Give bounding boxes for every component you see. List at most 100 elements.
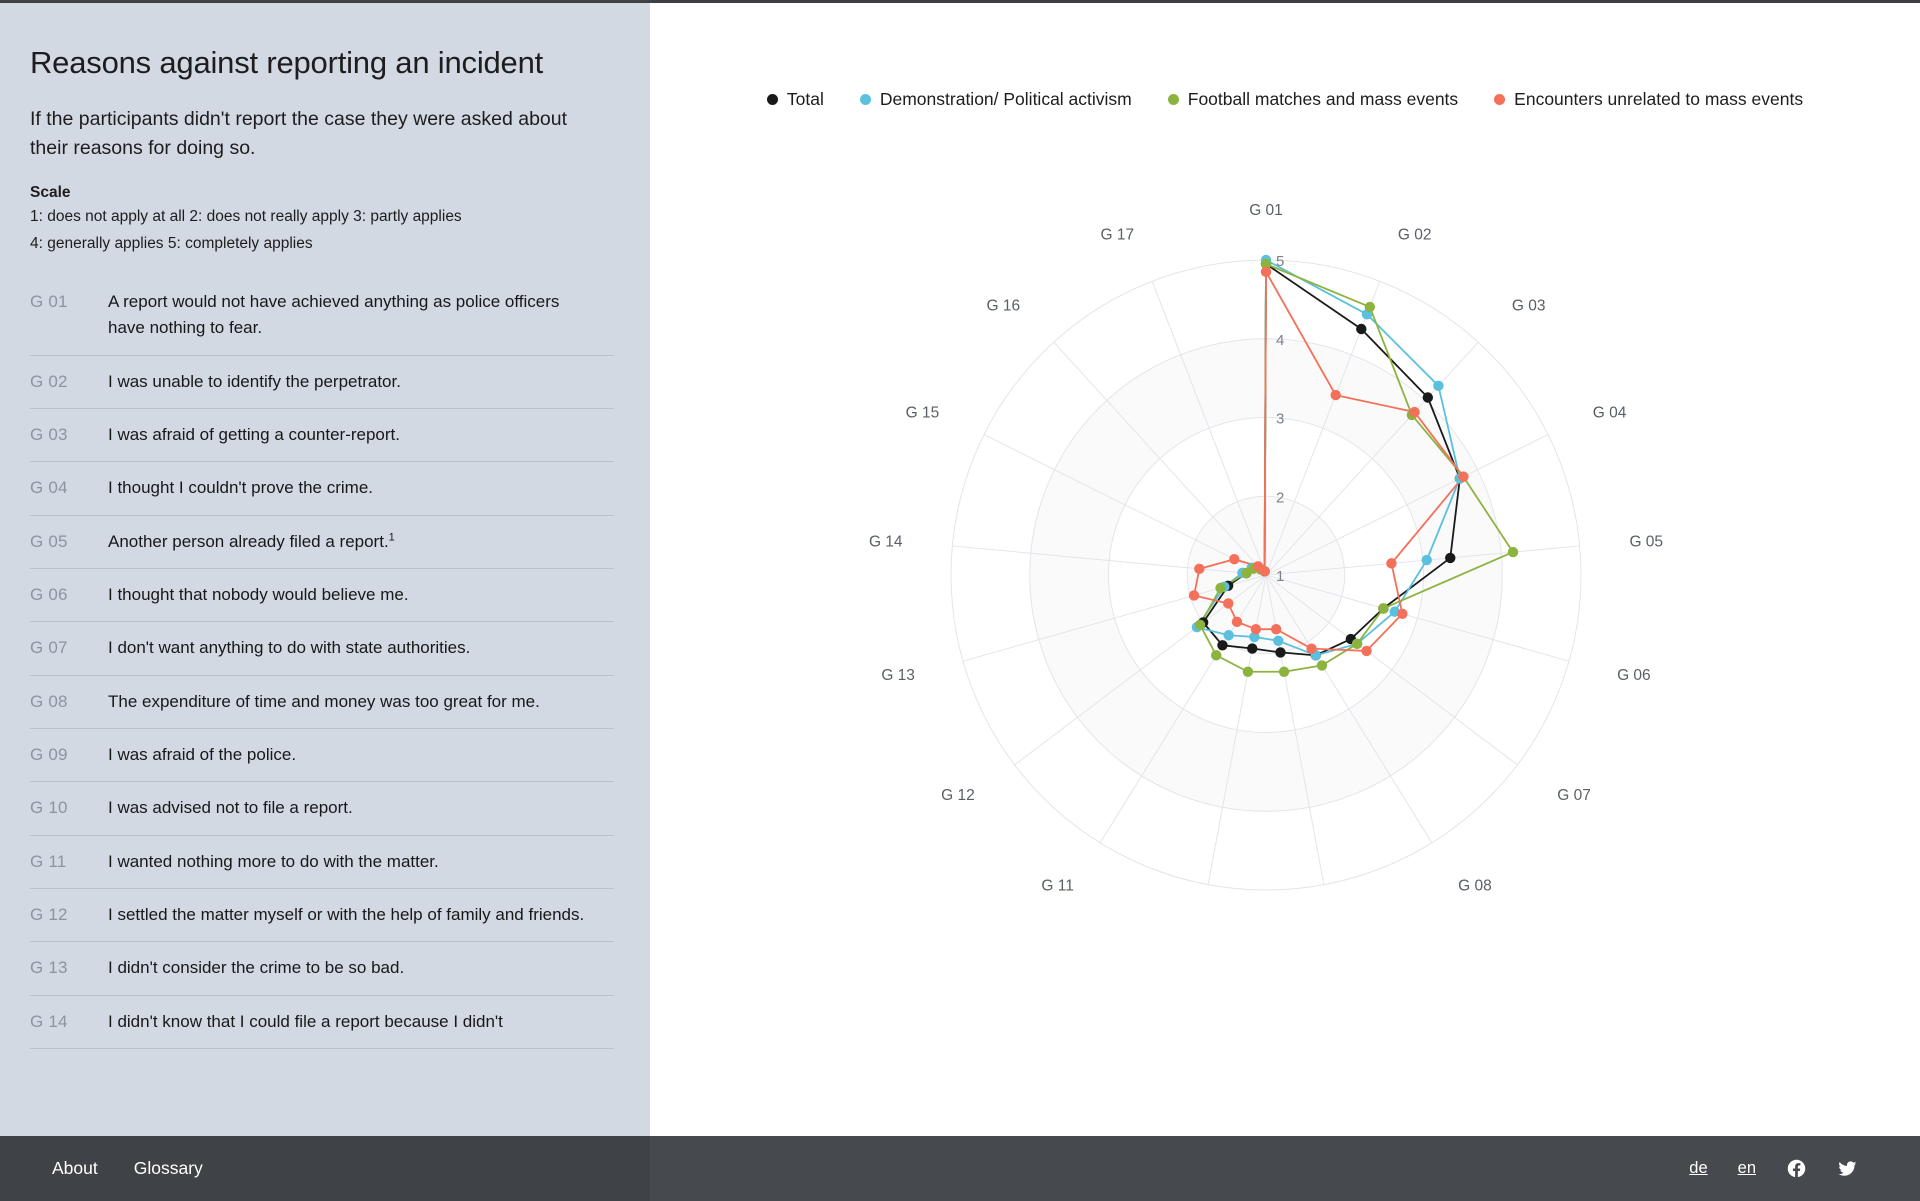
- series-data-point[interactable]: [1351, 638, 1363, 650]
- axis-category-label: G 04: [1593, 404, 1627, 421]
- series-data-point[interactable]: [1458, 471, 1469, 482]
- item-code: G 13: [30, 958, 68, 978]
- series-data-point[interactable]: [1188, 590, 1200, 601]
- item-code: G 01: [30, 291, 68, 311]
- legend-item[interactable]: Football matches and mass events: [1167, 89, 1458, 110]
- axis-category-label: G 12: [941, 787, 975, 804]
- series-data-point[interactable]: [1361, 645, 1372, 657]
- axis-category-label: G 02: [1398, 227, 1432, 244]
- series-data-point[interactable]: [1316, 660, 1328, 671]
- series-data-point[interactable]: [1433, 380, 1444, 392]
- series-data-point[interactable]: [1330, 389, 1341, 401]
- radar-chart-svg: 12345G 01G 02G 03G 04G 05G 06G 07G 08G 0…: [869, 202, 1663, 893]
- item-footnote-marker: 1: [388, 530, 395, 543]
- item-code: G 12: [30, 904, 68, 924]
- list-item[interactable]: G 13 I didn't consider the crime to be so…: [30, 942, 614, 996]
- list-item[interactable]: G 01 A report would not have achieved any…: [30, 283, 614, 356]
- series-data-point[interactable]: [1397, 608, 1408, 619]
- legend-swatch-icon: [1494, 94, 1506, 105]
- item-text: A report would not have achieved anythin…: [108, 291, 560, 338]
- axis-category-label: G 07: [1557, 787, 1591, 804]
- footer-links: About Glossary: [0, 1158, 203, 1179]
- series-data-point[interactable]: [1409, 406, 1420, 418]
- series-data-point[interactable]: [1445, 552, 1456, 564]
- series-data-point[interactable]: [1306, 643, 1317, 654]
- facebook-icon[interactable]: [1786, 1158, 1807, 1179]
- series-data-point[interactable]: [1217, 640, 1228, 651]
- language-en[interactable]: en: [1738, 1159, 1756, 1178]
- list-item[interactable]: G 07 I don't want anything to do with sta…: [30, 622, 614, 676]
- scale-line-1: 1: does not apply at all 2: does not rea…: [30, 208, 462, 226]
- legend-swatch-icon: [1167, 94, 1179, 105]
- list-item[interactable]: G 10 I was advised not to file a report.: [30, 782, 614, 836]
- item-code: G 05: [30, 531, 68, 551]
- item-code: G 03: [30, 424, 68, 444]
- axis-category-label: G 01: [1249, 202, 1283, 219]
- series-data-point[interactable]: [1247, 643, 1258, 654]
- item-text: I thought I couldn't prove the crime.: [108, 478, 374, 498]
- twitter-icon[interactable]: [1837, 1158, 1858, 1179]
- legend-item[interactable]: Demonstration/ Political activism: [859, 89, 1132, 110]
- radial-tick-label: 3: [1276, 411, 1284, 428]
- item-code: G 06: [30, 584, 68, 604]
- series-data-point[interactable]: [1231, 616, 1243, 628]
- radial-tick-label: 2: [1276, 489, 1284, 506]
- item-text: I was afraid of the police.: [108, 744, 297, 764]
- scale-heading: Scale: [30, 184, 71, 202]
- axis-category-label: G 03: [1512, 297, 1546, 314]
- radar-chart: 12345G 01G 02G 03G 04G 05G 06G 07G 08G 0…: [650, 113, 1920, 893]
- item-text: I was afraid of getting a counter-report…: [108, 424, 400, 444]
- item-code: G 08: [30, 691, 68, 711]
- series-data-point[interactable]: [1421, 554, 1432, 566]
- item-text: I didn't consider the crime to be so bad…: [108, 958, 405, 978]
- series-data-point[interactable]: [1211, 650, 1222, 661]
- series-data-point[interactable]: [1507, 546, 1519, 558]
- glossary-link[interactable]: Glossary: [134, 1158, 203, 1179]
- list-item[interactable]: G 12 I settled the matter myself or with …: [30, 889, 614, 943]
- axis-category-label: G 11: [1041, 877, 1073, 893]
- series-data-point[interactable]: [1215, 582, 1226, 594]
- series-data-point[interactable]: [1223, 630, 1234, 641]
- series-data-point[interactable]: [1270, 623, 1282, 635]
- list-item[interactable]: G 14 I didn't know that I could file a re…: [30, 996, 614, 1049]
- series-data-point[interactable]: [1422, 392, 1434, 403]
- series-data-point[interactable]: [1250, 623, 1262, 635]
- list-item[interactable]: G 06 I thought that nobody would believe …: [30, 569, 614, 623]
- legend-label: Demonstration/ Political activism: [879, 89, 1132, 109]
- list-item[interactable]: G 08 The expenditure of time and money wa…: [30, 676, 614, 729]
- series-data-point[interactable]: [1364, 301, 1376, 313]
- language-de[interactable]: de: [1689, 1159, 1707, 1178]
- list-item[interactable]: G 05 Another person already filed a repor…: [30, 516, 614, 569]
- series-data-point[interactable]: [1378, 603, 1389, 614]
- series-data-point[interactable]: [1259, 566, 1270, 577]
- about-link[interactable]: About: [52, 1158, 98, 1179]
- series-data-point[interactable]: [1229, 554, 1240, 565]
- series-data-point[interactable]: [1273, 635, 1284, 646]
- list-item[interactable]: G 09 I was afraid of the police.: [30, 729, 614, 783]
- axis-category-label: G 17: [1101, 227, 1135, 244]
- list-item[interactable]: G 04 I thought I couldn't prove the crime…: [30, 462, 614, 516]
- item-code: G 09: [30, 744, 68, 764]
- series-data-point[interactable]: [1278, 666, 1290, 677]
- series-data-point[interactable]: [1242, 666, 1254, 677]
- list-item[interactable]: G 11 I wanted nothing more to do with the…: [30, 836, 614, 889]
- legend-item[interactable]: Encounters unrelated to mass events: [1494, 89, 1803, 110]
- radial-tick-label: 1: [1276, 568, 1284, 585]
- series-data-point[interactable]: [1260, 266, 1272, 278]
- series-data-point[interactable]: [1386, 558, 1397, 569]
- legend-swatch-icon: [859, 94, 871, 105]
- series-data-point[interactable]: [1194, 563, 1205, 575]
- series-data-point[interactable]: [1194, 619, 1206, 631]
- series-data-point[interactable]: [1223, 598, 1234, 609]
- item-text: I was advised not to file a report.: [108, 798, 353, 818]
- legend-label: Encounters unrelated to mass events: [1514, 89, 1804, 109]
- axis-category-label: G 13: [881, 667, 915, 684]
- list-item[interactable]: G 02 I was unable to identify the perpetr…: [30, 356, 614, 409]
- legend-item[interactable]: Total: [766, 89, 824, 110]
- axis-category-label: G 15: [906, 404, 940, 421]
- item-text: I wanted nothing more to do with the mat…: [108, 851, 439, 871]
- item-code: G 10: [30, 798, 68, 818]
- series-data-point[interactable]: [1275, 647, 1286, 658]
- list-item[interactable]: G 03 I was afraid of getting a counter-re…: [30, 409, 614, 463]
- series-data-point[interactable]: [1356, 323, 1367, 335]
